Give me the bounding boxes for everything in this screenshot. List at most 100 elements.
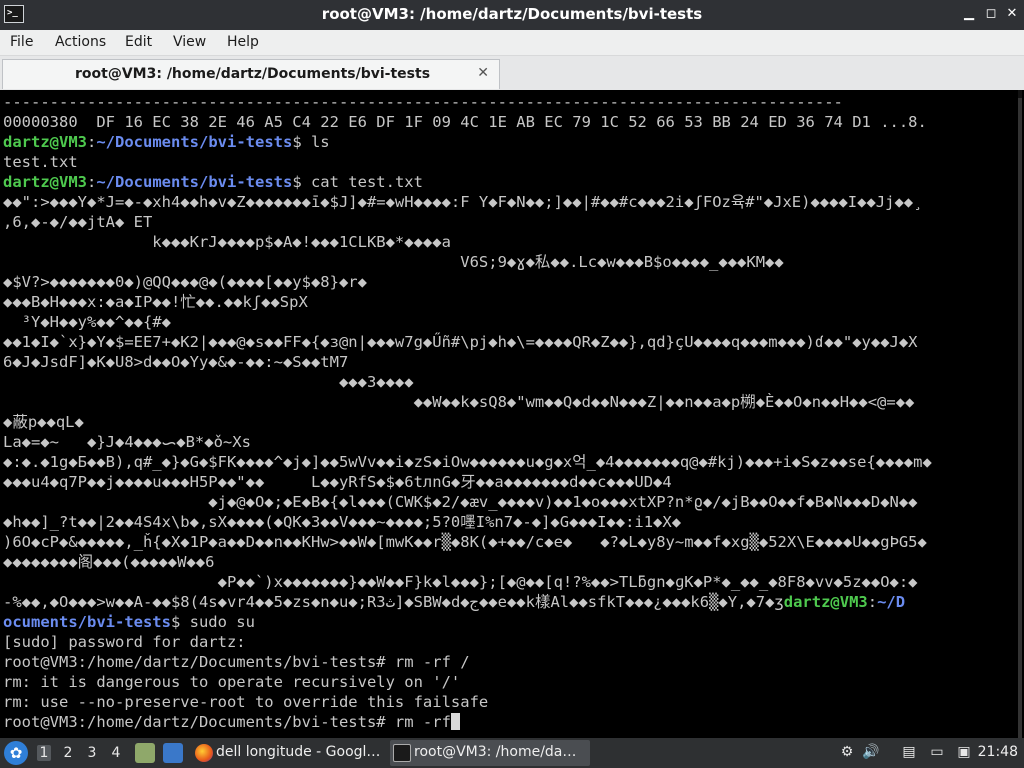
clipboard-icon[interactable]: ▤: [900, 744, 918, 762]
terminal-text: ◆◆◆u4◆q7P◆◆j◆◆◆◆u◆◆◆H5P◆◆"◆◆ L◆◆yRfS◆$◆6…: [3, 473, 672, 491]
terminal-line: rm: it is dangerous to operate recursive…: [3, 672, 1003, 692]
prompt-path: ocuments/bvi-tests: [3, 613, 171, 631]
terminal-line: 00000380 DF 16 EC 38 2E 46 A5 C4 22 E6 D…: [3, 112, 1003, 132]
terminal-text: ◆$V?>◆◆◆◆◆◆◆0◆)@QQ◆◆◆@◆(◆◆◆◆[◆◆y$◆8}◆r◆: [3, 273, 367, 291]
show-desktop-icon[interactable]: [163, 743, 183, 763]
workspace-3[interactable]: 3: [85, 745, 99, 761]
terminal-text: ◆:◆.◆1g◆Б◆◆B),q#_◆}◆G◆$FK◆◆◆◆^◆j◆]◆◆5wVv…: [3, 453, 932, 471]
window-title: root@VM3: /home/dartz/Documents/bvi-test…: [321, 5, 703, 23]
terminal-text: ◆h◆◆]_?t◆◆|2◆◆4S4x\b◆,sX◆◆◆◆(◆QK◆3◆◆V◆◆◆…: [3, 513, 682, 531]
terminal-cursor: [450, 713, 460, 730]
terminal-text: ◆◆◆B◆H◆◆◆x:◆a◆IP◆◆!忙◆◆.◆◆kʃ◆◆SpX: [3, 293, 308, 311]
terminal-text: [sudo] password for dartz:: [3, 633, 246, 651]
terminal-text: La◆=◆~ ◆}J◆4◆◆◆ᯈ◆B*◆ǒ~Xs: [3, 433, 251, 451]
terminal-line: ocuments/bvi-tests$ sudo su: [3, 612, 1003, 632]
task-terminal-label: root@VM3: /home/da…: [414, 744, 577, 760]
prompt-path: ~/Documents/bvi-tests: [96, 173, 293, 191]
terminal-text: rm: it is dangerous to operate recursive…: [3, 673, 461, 691]
tab-label: root@VM3: /home/dartz/Documents/bvi-test…: [75, 66, 431, 82]
terminal-line: ◆蔽p◆◆qL◆: [3, 412, 1003, 432]
terminal-text: $ sudo su: [170, 613, 255, 631]
terminal-text: ◆蔽p◆◆qL◆: [3, 413, 84, 431]
terminal-line: ◆$V?>◆◆◆◆◆◆◆0◆)@QQ◆◆◆@◆(◆◆◆◆[◆◆y$◆8}◆r◆: [3, 272, 1003, 292]
menu-help[interactable]: Help: [227, 34, 259, 50]
terminal-line: ◆h◆◆]_?t◆◆|2◆◆4S4x\b◆,sX◆◆◆◆(◆QK◆3◆◆V◆◆◆…: [3, 512, 1003, 532]
prompt-path: ~/Documents/bvi-tests: [96, 133, 293, 151]
task-terminal[interactable]: root@VM3: /home/da…: [390, 740, 590, 766]
workspace-1[interactable]: 1: [37, 745, 51, 761]
menu-edit[interactable]: Edit: [125, 34, 152, 50]
tray-settings-icon[interactable]: ⚙: [838, 744, 856, 762]
terminal-line: ◆j◆@◆O◆;◆E◆B◆{◆l◆◆◆(CWK$◆2/◆æv_◆◆◆◆v)◆◆1…: [3, 492, 1003, 512]
terminal-text: test.txt: [3, 153, 78, 171]
terminal-text: :: [87, 173, 97, 191]
terminal-text: )6O◆cP◆&◆◆◆◆◆,_ȟ{◆X◆1P◆a◆◆D◆◆n◆◆KHw>◆◆W◆…: [3, 533, 927, 551]
workspace-2[interactable]: 2: [61, 745, 75, 761]
terminal-text: :: [867, 593, 878, 611]
terminal-line: [sudo] password for dartz:: [3, 632, 1003, 652]
menu-file[interactable]: File: [10, 34, 33, 50]
terminal-text: $ ls: [292, 133, 330, 151]
taskbar: ✿ 1 2 3 4 dell longitude - Googl… root@V…: [0, 738, 1024, 768]
volume-icon[interactable]: 🔊: [862, 744, 880, 762]
scrollbar-thumb[interactable]: [1018, 98, 1022, 738]
terminal-line: ³Y◆H◆◆y%◆◆^◆◆{#◆: [3, 312, 1003, 332]
terminal-line: ◆◆◆◆◆◆◆◆阁◆◆◆(◆◆◆◆◆W◆◆6: [3, 552, 1003, 572]
screen-icon[interactable]: ▭: [928, 744, 946, 762]
terminal-line: ◆P◆◆`)x◆◆◆◆◆◆◆}◆◆W◆◆F}k◆l◆◆◆};[◆@◆◆[q!?%…: [3, 572, 1003, 592]
terminal-text: ,6,◆-◆/◆◆jtA◆ ET: [3, 213, 153, 231]
tab-close-icon[interactable]: ✕: [477, 65, 489, 81]
prompt-path: ~/D: [877, 593, 906, 611]
close-button[interactable]: ✕: [1003, 5, 1021, 23]
terminal-text: ----------------------------------------…: [3, 93, 843, 111]
tab-bar: root@VM3: /home/dartz/Documents/bvi-test…: [0, 56, 1024, 90]
terminal-view[interactable]: ----------------------------------------…: [0, 90, 1024, 738]
terminal-text: root@VM3:/home/dartz/Documents/bvi-tests…: [3, 653, 470, 671]
terminal-text: ³Y◆H◆◆y%◆◆^◆◆{#◆: [3, 313, 171, 331]
terminal-line: ◆:◆.◆1g◆Б◆◆B),q#_◆}◆G◆$FK◆◆◆◆^◆j◆]◆◆5wVv…: [3, 452, 1003, 472]
terminal-line: 6◆J◆JsdF]◆K◆U8>d◆◆O◆Yy◆&◆-◆◆:~◆S◆◆tM7: [3, 352, 1003, 372]
terminal-line: ◆◆":>◆◆◆Y◆*J=◆-◆xh4◆◆h◆v◆Z◆◆◆◆◆◆◆ī◆$J]◆#…: [3, 192, 1003, 212]
terminal-scrollbar[interactable]: [1018, 90, 1022, 738]
terminal-text: V6S;9◆ɣ◆私◆◆.Lc◆w◆◆◆B$o◆◆◆◆_◆◆◆KM◆◆: [3, 253, 784, 271]
terminal-line: ◆◆◆B◆H◆◆◆x:◆a◆IP◆◆!忙◆◆.◆◆kʃ◆◆SpX: [3, 292, 1003, 312]
terminal-line: k◆◆◆KrJ◆◆◆◆p$◆A◆!◆◆◆1CLKB◆*◆◆◆◆a: [3, 232, 1003, 252]
clock: 21:48: [977, 744, 1018, 760]
network-icon[interactable]: ▣: [955, 744, 973, 762]
terminal-line: dartz@VM3:~/Documents/bvi-tests$ ls: [3, 132, 1003, 152]
terminal-text: ◆◆◆◆◆◆◆◆阁◆◆◆(◆◆◆◆◆W◆◆6: [3, 553, 215, 571]
task-browser[interactable]: dell longitude - Googl…: [192, 740, 384, 766]
minimize-button[interactable]: ▁: [960, 5, 978, 23]
terminal-text: ◆◆":>◆◆◆Y◆*J=◆-◆xh4◆◆h◆v◆Z◆◆◆◆◆◆◆ī◆$J]◆#…: [3, 193, 923, 211]
terminal-line: ◆◆◆3◆◆◆◆: [3, 372, 1003, 392]
terminal-text: ◆◆W◆◆k◆sQ8◆"wm◆◆Q◆d◆◆N◆◆◆Z|◆◆n◆◆a◆p㮶◆È◆◆…: [3, 393, 915, 411]
maximize-button[interactable]: ◻: [982, 5, 1000, 23]
terminal-line: -%◆◆,◆O◆◆◆>w◆◆A-◆◆$8(4s◆vr4◆◆5◆zs◆n◆u◆;R…: [3, 592, 1003, 612]
terminal-line: )6O◆cP◆&◆◆◆◆◆,_ȟ{◆X◆1P◆a◆◆D◆◆n◆◆KHw>◆◆W◆…: [3, 532, 1003, 552]
terminal-text: ◆P◆◆`)x◆◆◆◆◆◆◆}◆◆W◆◆F}k◆l◆◆◆};[◆@◆◆[q!?%…: [3, 573, 918, 591]
terminal-text: k◆◆◆KrJ◆◆◆◆p$◆A◆!◆◆◆1CLKB◆*◆◆◆◆a: [3, 233, 451, 251]
firefox-icon: [195, 744, 213, 762]
task-browser-label: dell longitude - Googl…: [216, 744, 381, 760]
prompt-user: dartz@VM3: [3, 133, 87, 151]
window-titlebar[interactable]: >_ root@VM3: /home/dartz/Documents/bvi-t…: [0, 0, 1024, 30]
terminal-output: ----------------------------------------…: [3, 92, 1003, 732]
terminal-line: V6S;9◆ɣ◆私◆◆.Lc◆w◆◆◆B$o◆◆◆◆_◆◆◆KM◆◆: [3, 252, 1003, 272]
terminal-line: ◆◆1◆I◆`x}◆Y◆$=EE7+◆K2|◆◆◆@◆s◆◆FF◆{◆ɜ@n|◆…: [3, 332, 1003, 352]
menu-actions[interactable]: Actions: [55, 34, 106, 50]
menu-view[interactable]: View: [173, 34, 206, 50]
menu-bar: File Actions Edit View Help: [0, 30, 1024, 56]
terminal-line: ◆◆W◆◆k◆sQ8◆"wm◆◆Q◆d◆◆N◆◆◆Z|◆◆n◆◆a◆p㮶◆È◆◆…: [3, 392, 1003, 412]
terminal-text: $ cat test.txt: [292, 173, 423, 191]
prompt-user: dartz@VM3: [783, 593, 868, 611]
terminal-text: root@VM3:/home/dartz/Documents/bvi-tests…: [3, 713, 451, 731]
start-menu-icon[interactable]: ✿: [4, 741, 28, 765]
terminal-text: -%◆◆,◆O◆◆◆>w◆◆A-◆◆$8(4s◆vr4◆◆5◆zs◆n◆u◆;R…: [3, 593, 784, 611]
workspace-4[interactable]: 4: [109, 745, 123, 761]
terminal-line: root@VM3:/home/dartz/Documents/bvi-tests…: [3, 712, 1003, 732]
tab-bar-empty: [500, 59, 1024, 90]
file-manager-icon[interactable]: [135, 743, 155, 763]
terminal-line: root@VM3:/home/dartz/Documents/bvi-tests…: [3, 652, 1003, 672]
tab-terminal[interactable]: root@VM3: /home/dartz/Documents/bvi-test…: [2, 59, 500, 89]
terminal-text: ◆◆1◆I◆`x}◆Y◆$=EE7+◆K2|◆◆◆@◆s◆◆FF◆{◆ɜ@n|◆…: [3, 333, 918, 351]
